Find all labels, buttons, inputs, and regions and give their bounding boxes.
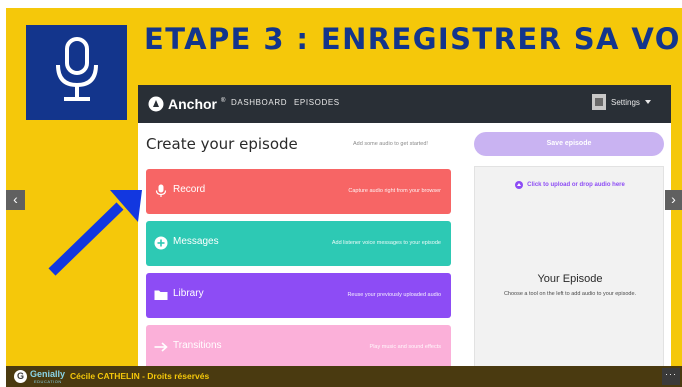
plus-circle-icon <box>154 236 168 250</box>
tool-description: Play music and sound effects <box>369 344 441 350</box>
episode-subtitle: Choose a tool on the left to add audio t… <box>503 291 637 297</box>
tool-library[interactable]: Library Reuse your previously uploaded a… <box>146 273 451 318</box>
settings-menu[interactable]: Settings <box>592 94 651 110</box>
create-hint: Add some audio to get started! <box>353 141 428 147</box>
tool-description: Add listener voice messages to your epis… <box>331 240 441 246</box>
episode-title: Your Episode <box>537 273 603 285</box>
app-topbar: Anchor ® DASHBOARD EPISODES Settings <box>138 85 671 123</box>
more-options-button[interactable]: ··· <box>662 368 680 385</box>
tool-label: Record <box>173 184 206 195</box>
upload-drop-zone[interactable]: Click to upload or drop audio here <box>475 181 665 189</box>
previous-slide-button[interactable]: ‹ <box>6 190 25 210</box>
upload-label: Click to upload or drop audio here <box>527 182 625 188</box>
folder-icon <box>154 290 168 300</box>
slide: ETAPE 3 : ENREGISTRER SA VOIX Anchor ® D… <box>6 8 682 387</box>
tool-label: Messages <box>173 236 219 247</box>
credit-text: Cécile CATHELIN - Droits réservés <box>70 371 210 381</box>
chevron-down-icon <box>644 100 651 104</box>
anchor-logo-icon <box>148 96 164 112</box>
avatar <box>592 94 606 110</box>
footer-bar: G Genially EDUCATION Cécile CATHELIN - D… <box>6 366 682 387</box>
arrow-right-icon <box>154 342 168 352</box>
tool-messages[interactable]: Messages Add listener voice messages to … <box>146 221 451 266</box>
microphone-icon <box>155 184 167 197</box>
tool-label: Transitions <box>173 340 222 351</box>
brand-name: Genially <box>30 369 66 379</box>
brand-sub: EDUCATION <box>34 379 62 384</box>
genially-logo-icon: G <box>14 370 27 383</box>
microphone-icon <box>56 37 98 101</box>
anchor-logo[interactable]: Anchor ® <box>148 94 225 114</box>
save-episode-button[interactable]: Save episode <box>474 132 664 156</box>
upload-icon <box>515 181 524 189</box>
tool-record[interactable]: Record Capture audio right from your bro… <box>146 169 451 214</box>
tool-description: Reuse your previously uploaded audio <box>347 292 441 298</box>
logo-text: Anchor <box>168 96 217 112</box>
create-title: Create your episode <box>146 135 298 153</box>
anchor-screenshot: Anchor ® DASHBOARD EPISODES Settings Cre… <box>138 85 671 375</box>
nav-dashboard[interactable]: DASHBOARD <box>231 98 287 107</box>
nav-episodes[interactable]: EPISODES <box>294 98 340 107</box>
pointer-arrow-icon <box>48 190 142 276</box>
settings-label: Settings <box>611 97 640 107</box>
tool-description: Capture audio right from your browser <box>348 188 441 194</box>
next-slide-button[interactable]: › <box>665 190 682 210</box>
episode-panel[interactable]: Click to upload or drop audio here Your … <box>474 166 664 375</box>
slide-title: ETAPE 3 : ENREGISTRER SA VOIX <box>144 22 682 56</box>
mic-tile <box>26 25 127 120</box>
logo-registered-mark: ® <box>221 98 226 104</box>
tool-label: Library <box>173 288 204 299</box>
